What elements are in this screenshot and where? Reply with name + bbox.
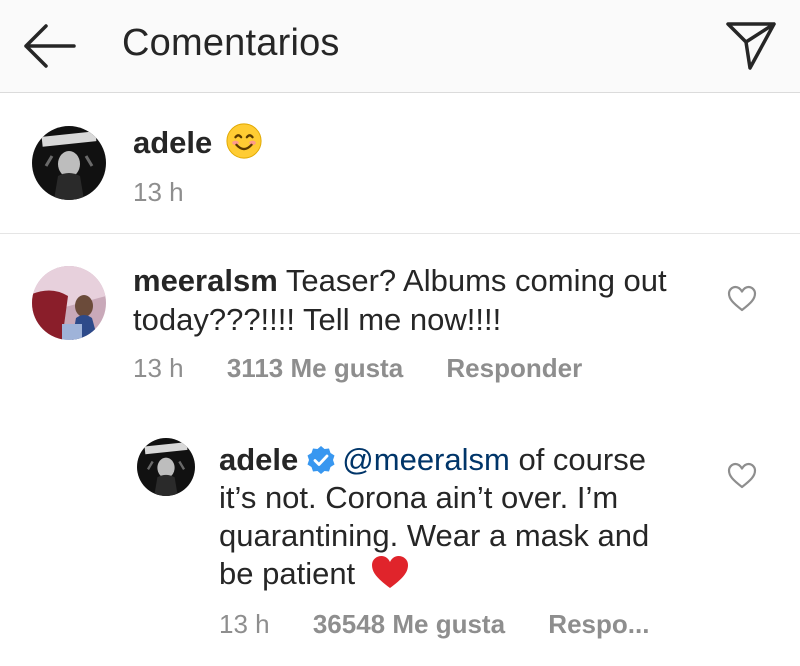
comment-text-line-2: today???!!!! Tell me now!!!! [133, 302, 502, 337]
reply-text-line-2: it’s not. Corona ain’t over. I’m [219, 480, 619, 515]
reply-username[interactable]: adele [219, 442, 298, 477]
caption-row: adele 13 h [0, 93, 800, 234]
reply-time: 13 h [219, 609, 270, 639]
avatar[interactable] [32, 126, 106, 200]
avatar[interactable] [32, 266, 106, 340]
reply-text-line-3: quarantining. Wear a mask and [219, 518, 650, 553]
share-button[interactable] [724, 18, 778, 72]
caption-time: 13 h [133, 177, 184, 207]
reply-button[interactable]: Respo... [548, 609, 649, 639]
heart-outline-icon[interactable] [727, 284, 757, 314]
top-bar: Comentarios [0, 0, 800, 93]
arrow-left-icon [24, 24, 76, 68]
reply-text-end: be patient [219, 556, 356, 591]
back-button[interactable] [22, 20, 78, 72]
paper-plane-icon [726, 22, 776, 70]
comment-meta: 13 h 3113 Me gusta Responder [133, 353, 582, 384]
avatar-image [32, 266, 106, 340]
reply-text: of course [518, 442, 646, 477]
caption-text: adele [133, 122, 263, 163]
red-heart-emoji [371, 556, 408, 588]
avatar-image [137, 438, 195, 496]
page-title: Comentarios [122, 22, 340, 64]
heart-outline-icon[interactable] [727, 461, 757, 491]
avatar[interactable] [137, 438, 195, 496]
reply-button[interactable]: Responder [446, 353, 582, 383]
avatar-image [32, 126, 106, 200]
comment-time: 13 h [133, 353, 184, 383]
comment-likes[interactable]: 3113 Me gusta [227, 353, 403, 383]
comment-text-line-1: meeralsm Teaser? Albums coming out [133, 261, 667, 301]
mention-link[interactable]: @meeralsm [342, 442, 510, 477]
smiling-face-emoji [226, 123, 262, 159]
comment-username[interactable]: meeralsm [133, 263, 278, 298]
reply-text-line-4: be patient [219, 554, 410, 594]
reply-likes[interactable]: 36548 Me gusta [313, 609, 505, 639]
comment-text: Teaser? Albums coming out [285, 263, 667, 298]
reply-text-line-1: adele @meeralsm of course [219, 440, 646, 480]
verified-badge-icon [307, 446, 335, 474]
reply-meta: 13 h 36548 Me gusta Respo... [219, 609, 649, 640]
caption-username[interactable]: adele [133, 125, 212, 160]
